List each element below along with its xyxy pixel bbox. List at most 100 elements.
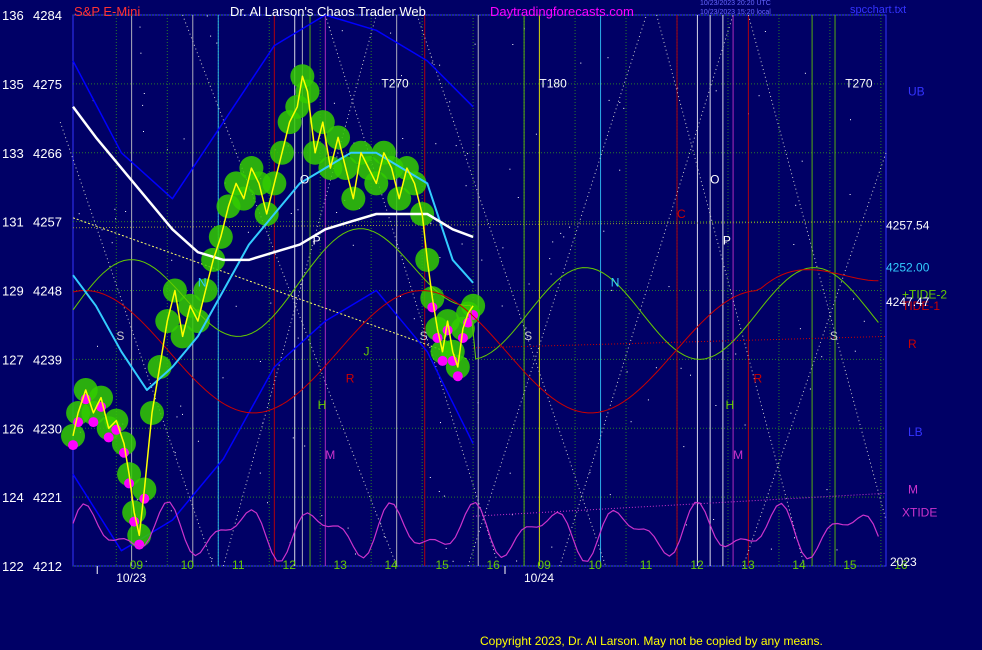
- star-dot: [474, 43, 476, 45]
- star-dot: [402, 138, 404, 139]
- star-dot: [267, 502, 268, 504]
- header-title: Dr. Al Larson's Chaos Trader Web: [230, 4, 426, 19]
- star-dot: [440, 422, 441, 424]
- year-label: 2023: [890, 555, 917, 569]
- star-dot: [443, 495, 445, 497]
- star-dot: [438, 491, 440, 492]
- star-dot: [461, 243, 463, 245]
- chart-marker-label: O: [300, 172, 309, 186]
- y-tick-label-right: 4266: [33, 146, 62, 161]
- price-chart: 136 4284 135 4275 133 4266 131 4257 129 4248 127 42…: [2, 8, 947, 585]
- y-tick-label-right: 4212: [33, 559, 62, 574]
- star-dot: [304, 445, 306, 447]
- star-dot: [501, 305, 503, 307]
- date-label: 10/23: [116, 571, 146, 585]
- star-dot: [715, 405, 717, 406]
- star-dot: [512, 44, 514, 45]
- right-axis-value: 4252.00: [886, 261, 930, 275]
- header-file: spcchart.txt: [850, 4, 907, 16]
- star-dot: [97, 345, 98, 347]
- trend-line: [72, 217, 469, 360]
- chart-marker-label: P: [313, 234, 321, 248]
- star-dot: [247, 231, 249, 233]
- x-tick-label: 12: [690, 558, 704, 572]
- star-dot: [292, 437, 294, 439]
- signal-dot: [427, 302, 438, 313]
- header-site-link[interactable]: Daytradingforecasts.com: [490, 4, 634, 19]
- star-dot: [383, 536, 385, 538]
- star-dot: [143, 131, 144, 132]
- star-dot: [259, 472, 261, 474]
- star-dot: [125, 211, 127, 212]
- star-dot: [549, 258, 551, 260]
- y-tick-label-left: 126: [2, 421, 24, 436]
- x-tick-label: 15: [435, 558, 449, 572]
- y-tick-label-left: 129: [2, 284, 24, 299]
- star-dot: [139, 26, 141, 28]
- star-dot: [528, 283, 530, 285]
- y-tick-label-left: 133: [2, 146, 24, 161]
- star-dot: [211, 558, 213, 560]
- x-tick-label: 09: [130, 558, 144, 572]
- star-dot: [826, 489, 828, 491]
- star-dot: [390, 32, 392, 34]
- chart-marker-label: S: [830, 329, 838, 343]
- star-dot: [804, 72, 806, 74]
- signal-dot: [134, 539, 145, 550]
- star-dot: [668, 286, 670, 288]
- star-dot: [690, 374, 691, 376]
- star-dot: [435, 143, 437, 145]
- star-dot: [336, 212, 338, 213]
- chart-marker-label: O: [710, 172, 719, 186]
- chart-marker-label: T180: [539, 77, 567, 91]
- star-dot: [445, 547, 447, 549]
- signal-dot: [457, 332, 468, 343]
- star-dot: [439, 257, 441, 259]
- signal-dot: [68, 440, 78, 451]
- star-dot: [182, 413, 183, 415]
- chart-marker-label: S: [116, 329, 124, 343]
- star-dot: [222, 377, 224, 379]
- star-dot: [821, 356, 823, 358]
- star-dot: [799, 328, 801, 330]
- star-dot: [795, 204, 797, 206]
- cycle-diagonal: [559, 14, 734, 567]
- star-dot: [809, 388, 811, 390]
- star-dot: [413, 318, 415, 320]
- level-line: [72, 221, 887, 229]
- star-dot: [836, 549, 838, 551]
- x-tick-label: 09: [537, 558, 551, 572]
- star-dot: [609, 494, 611, 496]
- star-dot: [713, 519, 715, 520]
- x-tick-label: 13: [741, 558, 755, 572]
- star-dot: [467, 153, 469, 155]
- chart-marker-label: R: [753, 371, 762, 385]
- star-dot: [655, 367, 657, 369]
- signal-dot: [442, 325, 453, 336]
- star-dot: [626, 371, 628, 373]
- signal-dot: [124, 478, 135, 489]
- signal-dot: [452, 371, 463, 382]
- star-dot: [176, 416, 178, 418]
- y-tick-label-left: 122: [2, 559, 24, 574]
- star-dot: [551, 546, 553, 548]
- star-dot: [517, 197, 519, 198]
- chart-marker-label: N: [611, 276, 620, 290]
- x-tick-label: 11: [232, 558, 245, 572]
- star-dot: [735, 353, 737, 355]
- star-dot: [509, 168, 511, 170]
- star-dot: [550, 273, 552, 275]
- star-dot: [114, 208, 116, 210]
- star-dot: [197, 440, 199, 442]
- star-dot: [290, 213, 292, 214]
- signal-dot: [118, 447, 129, 458]
- star-dot: [352, 244, 354, 246]
- star-dot: [793, 244, 795, 245]
- y-tick-label-right: 4230: [33, 421, 62, 436]
- star-dot: [341, 30, 343, 32]
- star-dot: [452, 560, 454, 562]
- star-dot: [143, 93, 145, 94]
- chart-marker-label: S: [420, 329, 428, 343]
- star-dot: [850, 119, 851, 121]
- signal-dot: [88, 417, 99, 428]
